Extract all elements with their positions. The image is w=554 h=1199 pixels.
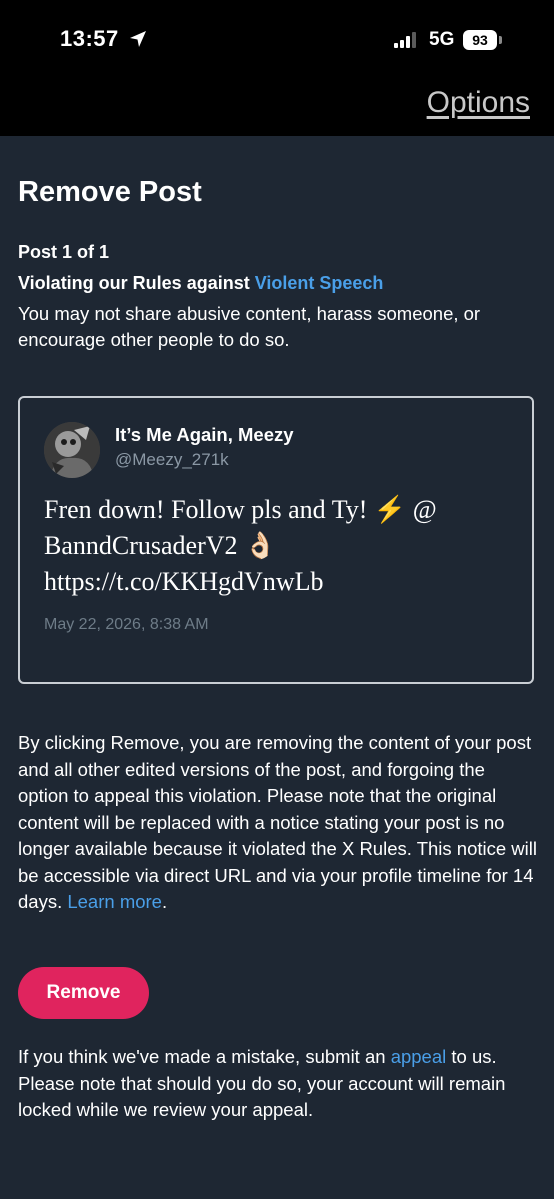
appeal-link[interactable]: appeal — [391, 1046, 447, 1067]
learn-more-link[interactable]: Learn more — [67, 891, 162, 912]
removal-notice-end: . — [161, 891, 168, 912]
post-date: May 22, 2026, 8:38 AM — [44, 616, 209, 633]
remove-button[interactable]: Remove — [18, 967, 149, 1019]
author-name: It’s Me Again, Meezy — [115, 424, 294, 445]
post-text-line: https://t.co/KKHgdVnwLb — [44, 567, 324, 596]
avatar-image — [44, 422, 100, 478]
post-text-line: BanndCrusaderV2 👌🏻 — [44, 531, 277, 560]
appeal-notice: If you think we've made a mistake, submi… — [18, 1044, 540, 1124]
violation-prefix: Violating our Rules against — [18, 273, 255, 293]
signal-bars-icon — [394, 32, 416, 48]
battery-level: 93 — [472, 32, 488, 48]
removal-notice-text: By clicking Remove, you are removing the… — [18, 732, 537, 912]
status-time: 13:57 — [60, 26, 119, 51]
post-card: It’s Me Again, Meezy @Meezy_271k Fren do… — [18, 396, 534, 684]
post-count: Post 1 of 1 — [18, 242, 110, 262]
appeal-notice-prefix: If you think we've made a mistake, submi… — [18, 1046, 391, 1067]
removal-notice: By clicking Remove, you are removing the… — [18, 730, 540, 916]
violation-rule-link[interactable]: Violent Speech — [255, 273, 384, 293]
battery-tip — [499, 36, 502, 44]
violation-heading: Violating our Rules against Violent Spee… — [18, 273, 383, 294]
page-title: Remove Post — [18, 176, 202, 208]
violation-description: You may not share abusive content, haras… — [18, 303, 481, 350]
status-bar: 13:57 5G 93 — [0, 0, 554, 80]
nav-bar: Options — [0, 80, 554, 136]
author-handle: @Meezy_271k — [115, 450, 229, 469]
avatar — [44, 422, 100, 478]
post-text-line: Fren down! Follow pls and Ty! ⚡ @ — [44, 495, 437, 524]
location-arrow-icon — [130, 31, 146, 47]
post-text: Fren down! Follow pls and Ty! ⚡ @ BanndC… — [44, 492, 514, 600]
network-type: 5G — [429, 29, 455, 50]
options-link[interactable]: Options — [427, 86, 530, 120]
battery-icon: 93 — [463, 30, 497, 50]
